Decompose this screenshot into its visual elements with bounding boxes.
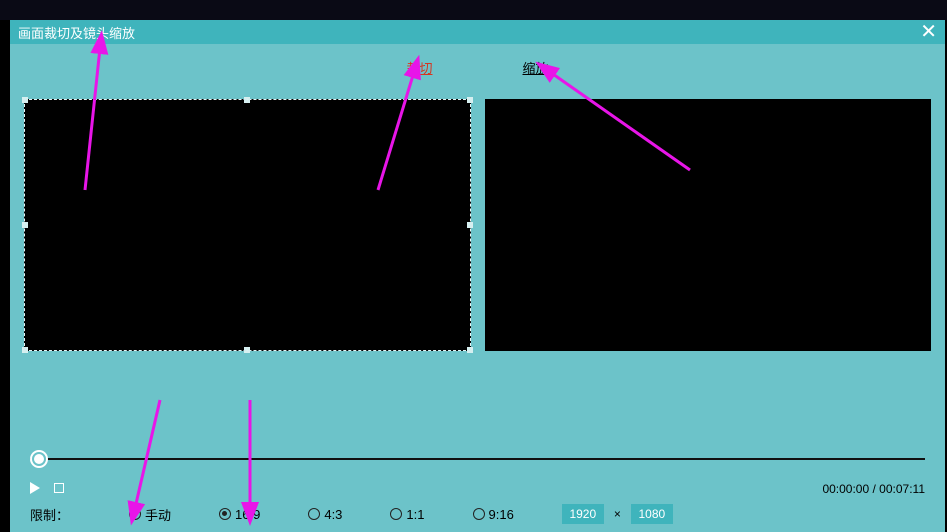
ratio-9-16[interactable]: 9:16 xyxy=(473,507,514,522)
app-background-bar xyxy=(0,0,947,20)
ratio-4-3[interactable]: 4:3 xyxy=(308,507,342,522)
preview-area xyxy=(10,79,945,351)
width-input[interactable] xyxy=(562,504,604,524)
crop-handle-top-left[interactable] xyxy=(22,97,28,103)
radio-icon xyxy=(390,508,402,520)
height-input[interactable] xyxy=(631,504,673,524)
radio-icon xyxy=(129,508,141,520)
dialog-titlebar: 画面裁切及镜头缩放 ✕ xyxy=(10,20,945,44)
crop-handle-mid-left[interactable] xyxy=(22,222,28,228)
stop-icon[interactable] xyxy=(54,483,64,493)
radio-icon xyxy=(219,508,231,520)
tab-row: 裁切 缩放 xyxy=(10,58,945,79)
timeline-thumb[interactable] xyxy=(32,452,46,466)
crop-handle-mid-right[interactable] xyxy=(467,222,473,228)
constraint-bar: 限制： 手动 16:9 4:3 1:1 9:16 × xyxy=(30,504,925,524)
crop-result-preview xyxy=(485,99,932,351)
crop-handle-bottom-left[interactable] xyxy=(22,347,28,353)
ratio-label: 9:16 xyxy=(489,507,514,522)
time-total: 00:07:11 xyxy=(879,482,925,496)
ratio-label: 4:3 xyxy=(324,507,342,522)
timeline-slider[interactable] xyxy=(30,450,925,470)
radio-icon xyxy=(473,508,485,520)
constraint-label: 限制： xyxy=(30,505,69,524)
dialog-title: 画面裁切及镜头缩放 xyxy=(18,23,135,42)
time-current: 00:00:00 xyxy=(822,482,869,496)
time-separator: / xyxy=(869,482,879,496)
crop-source-preview[interactable] xyxy=(24,99,471,351)
ratio-1-1[interactable]: 1:1 xyxy=(390,507,424,522)
ratio-label: 手动 xyxy=(145,505,171,524)
time-display: 00:00:00 / 00:07:11 xyxy=(822,482,925,496)
timeline-track xyxy=(30,458,925,460)
ratio-16-9[interactable]: 16:9 xyxy=(219,507,260,522)
crop-handle-bottom-right[interactable] xyxy=(467,347,473,353)
tab-zoom[interactable]: 缩放 xyxy=(523,58,549,79)
close-icon[interactable]: ✕ xyxy=(920,22,937,42)
playback-controls xyxy=(30,482,64,494)
crop-handle-top-center[interactable] xyxy=(244,97,250,103)
ratio-manual[interactable]: 手动 xyxy=(129,505,171,524)
radio-icon xyxy=(308,508,320,520)
crop-handle-top-right[interactable] xyxy=(467,97,473,103)
play-icon[interactable] xyxy=(30,482,40,494)
ratio-label: 16:9 xyxy=(235,507,260,522)
crop-zoom-dialog: 画面裁切及镜头缩放 ✕ 裁切 缩放 00:00:00 / 00:07:11 限制… xyxy=(10,20,945,532)
ratio-label: 1:1 xyxy=(406,507,424,522)
dimension-separator: × xyxy=(614,507,621,521)
tab-crop[interactable]: 裁切 xyxy=(406,58,432,79)
crop-handle-bottom-center[interactable] xyxy=(244,347,250,353)
